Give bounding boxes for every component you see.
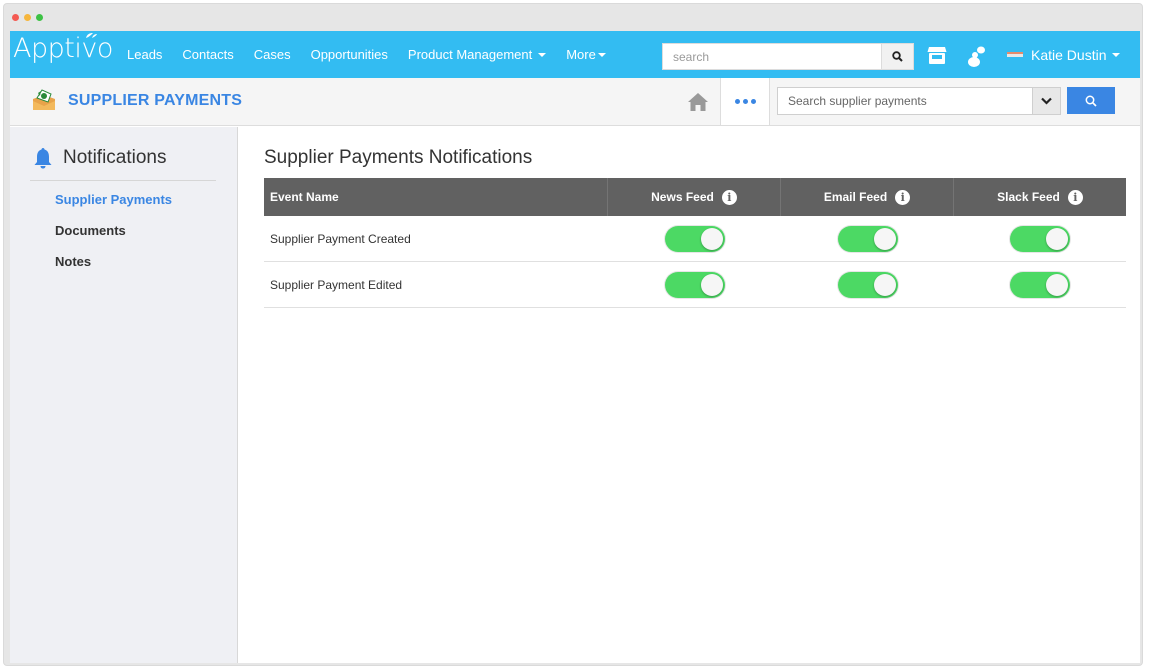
toggle-knob	[700, 227, 723, 250]
column-label: Email Feed	[823, 190, 888, 204]
news-feed-toggle[interactable]	[664, 225, 725, 252]
divider	[30, 180, 216, 181]
nav-label: Product Management	[407, 47, 533, 62]
people-icon[interactable]	[967, 45, 987, 67]
slack-feed-cell	[954, 262, 1126, 307]
toggle-knob	[873, 227, 896, 250]
leaf-icon	[86, 33, 97, 38]
column-header-event-name: Event Name	[264, 178, 608, 216]
news-feed-toggle[interactable]	[664, 271, 725, 298]
home-icon	[688, 92, 708, 111]
browser-window: Apptivo Leads Contacts Cases Opportuniti…	[3, 3, 1143, 666]
email-feed-cell	[781, 262, 954, 307]
nav-cases[interactable]: Cases	[254, 47, 291, 62]
email-feed-toggle[interactable]	[837, 271, 898, 298]
table-header: Event Name News Feed i Email Feed i Slack …	[264, 178, 1126, 216]
search-icon	[1085, 95, 1097, 107]
column-label: Slack Feed	[997, 190, 1060, 204]
news-feed-cell	[608, 262, 781, 307]
column-header-email-feed: Email Feed i	[781, 178, 954, 216]
news-feed-cell	[608, 216, 781, 261]
event-name: Supplier Payment Edited	[270, 277, 403, 292]
app-search	[777, 87, 1061, 115]
app-container: Apptivo Leads Contacts Cases Opportuniti…	[10, 31, 1140, 663]
app-header: SUPPLIER PAYMENTS	[10, 78, 1140, 126]
nav-leads[interactable]: Leads	[127, 47, 162, 62]
caret-down-icon	[597, 52, 606, 57]
sidebar: Notifications Supplier Payments Document…	[10, 127, 238, 663]
nav-product-management[interactable]: Product Management	[407, 47, 547, 62]
apptivo-logo[interactable]: Apptivo	[13, 33, 113, 64]
column-label: Event Name	[270, 190, 339, 204]
user-menu[interactable]: Katie Dustin	[1007, 31, 1121, 78]
global-search	[662, 43, 914, 70]
email-feed-toggle[interactable]	[837, 225, 898, 252]
money-envelope-icon	[33, 89, 55, 110]
slack-feed-toggle[interactable]	[1010, 271, 1070, 298]
sidebar-title: Notifications	[63, 147, 167, 168]
notifications-table: Event Name News Feed i Email Feed i Slack …	[264, 178, 1126, 308]
nav-contacts[interactable]: Contacts	[182, 47, 233, 62]
info-icon[interactable]: i	[721, 189, 737, 205]
flag-icon	[1007, 52, 1023, 57]
info-icon[interactable]: i	[895, 189, 911, 205]
nav-label: More	[566, 47, 596, 62]
table-row: Supplier Payment Edited	[264, 262, 1126, 308]
app-title[interactable]: SUPPLIER PAYMENTS	[68, 92, 242, 110]
top-navigation-bar: Apptivo Leads Contacts Cases Opportuniti…	[10, 31, 1140, 78]
sidebar-item-notes[interactable]: Notes	[55, 254, 91, 269]
ellipsis-dot	[742, 99, 748, 104]
more-options-button[interactable]	[720, 78, 770, 125]
sidebar-item-supplier-payments[interactable]: Supplier Payments	[55, 192, 172, 207]
store-icon[interactable]	[927, 46, 947, 65]
chevron-down-icon	[1041, 97, 1052, 105]
window-controls	[12, 14, 43, 21]
global-search-button[interactable]	[882, 43, 914, 70]
minimize-window-button[interactable]	[24, 14, 31, 21]
toggle-knob	[873, 273, 896, 296]
column-header-news-feed: News Feed i	[608, 178, 781, 216]
page-title: Supplier Payments Notifications	[264, 147, 533, 168]
slack-feed-cell	[954, 216, 1126, 261]
slack-feed-toggle[interactable]	[1010, 225, 1070, 252]
nav-label: Contacts	[182, 47, 234, 62]
search-icon	[892, 51, 903, 62]
caret-down-icon	[538, 52, 547, 57]
app-search-button[interactable]	[1067, 87, 1115, 114]
bell-icon	[34, 148, 52, 169]
user-name: Katie Dustin	[1031, 46, 1107, 63]
nav-label: Opportunities	[310, 47, 388, 62]
search-filter-dropdown[interactable]	[1033, 87, 1061, 115]
caret-down-icon	[1112, 52, 1121, 57]
nav-label: Cases	[253, 47, 291, 62]
table-row: Supplier Payment Created	[264, 216, 1126, 262]
logo-text: Apptivo	[13, 33, 113, 64]
main-nav: Leads Contacts Cases Opportunities Produ…	[127, 31, 626, 78]
nav-label: Leads	[127, 47, 163, 62]
main-content: Supplier Payments Notifications Event Na…	[239, 127, 1140, 663]
ellipsis-dot	[734, 99, 740, 104]
global-search-input[interactable]	[662, 43, 883, 70]
event-name: Supplier Payment Created	[270, 231, 411, 246]
sidebar-item-documents[interactable]: Documents	[55, 223, 126, 238]
toggle-knob	[700, 273, 723, 296]
nav-more[interactable]: More	[566, 47, 606, 62]
ellipsis-dot	[750, 99, 756, 104]
toggle-knob	[1046, 227, 1068, 250]
info-icon[interactable]: i	[1067, 189, 1083, 205]
maximize-window-button[interactable]	[36, 14, 43, 21]
sidebar-heading: Notifications	[34, 147, 167, 169]
close-window-button[interactable]	[12, 14, 19, 21]
toggle-knob	[1046, 273, 1068, 296]
nav-opportunities[interactable]: Opportunities	[311, 47, 388, 62]
home-button[interactable]	[676, 78, 720, 125]
app-search-input[interactable]	[777, 87, 1033, 115]
column-label: News Feed	[651, 190, 714, 204]
email-feed-cell	[781, 216, 954, 261]
column-header-slack-feed: Slack Feed i	[954, 178, 1126, 216]
